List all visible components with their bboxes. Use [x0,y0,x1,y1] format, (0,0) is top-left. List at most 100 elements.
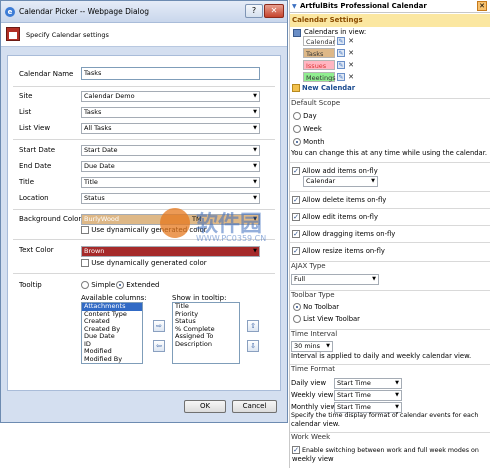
edit-icon[interactable]: ✎ [337,37,345,45]
title-label: Title [19,178,35,186]
calendar-name-value: Tasks [84,69,102,77]
new-calendar-link[interactable]: New Calendar [302,84,355,92]
tooltip-simple-radio[interactable] [81,281,89,289]
work-week-option[interactable]: Enable switching between work and full w… [292,446,479,454]
daily-view-select[interactable]: Start Time ▼ [334,378,402,389]
move-down-button[interactable]: ⇩ [247,340,259,352]
delete-icon[interactable]: ✕ [347,37,355,45]
calendar-tag[interactable]: Issues [303,60,335,70]
start-date-label: Start Date [19,146,56,154]
start-date-select[interactable]: Start Date ▼ [81,145,260,156]
remove-column-button[interactable]: ⇦ [153,340,165,352]
edit-icon[interactable]: ✎ [337,61,345,69]
chevron-down-icon: ▼ [253,147,257,153]
close-icon[interactable]: ✕ [477,1,487,11]
list-view-value: All Tasks [84,124,112,132]
available-column-item[interactable]: Modified By [82,355,142,364]
bg-dynamic-checkbox[interactable] [81,226,89,234]
allow-add-option[interactable]: Allow add items on-fly [292,167,378,175]
title-select[interactable]: Title ▼ [81,177,260,188]
allow-resize-checkbox[interactable] [292,247,300,255]
text-dynamic-row[interactable]: Use dynamically generated color [81,259,207,267]
toolbar-none-option[interactable]: No Toolbar [293,303,339,311]
chevron-down-icon: ▼ [253,93,257,99]
tooltip-simple-option[interactable]: Simple [81,281,115,289]
scope-day-radio[interactable] [293,112,301,120]
weekly-view-select[interactable]: Start Time ▼ [334,390,402,401]
allow-edit-option[interactable]: Allow edit items on-fly [292,213,378,221]
toolbar-list-radio[interactable] [293,315,301,323]
allow-drag-checkbox[interactable] [292,230,300,238]
scope-month-option[interactable]: Month [293,138,324,146]
allow-edit-checkbox[interactable] [292,213,300,221]
delete-icon[interactable]: ✕ [347,73,355,81]
scope-week-option[interactable]: Week [293,125,322,133]
location-select[interactable]: Status ▼ [81,193,260,204]
chevron-down-icon: ▼ [326,343,330,349]
site-select[interactable]: Calendar Demo ▼ [81,91,260,102]
chevron-down-icon: ▼ [253,125,257,131]
allow-resize-option[interactable]: Allow resize items on-fly [292,247,385,255]
new-calendar-icon [292,84,300,92]
calendar-name-label: Calendar Name [19,70,74,78]
help-button[interactable]: ? [245,4,263,18]
panel-titlebar: ▼ ArtfulBits Professional Calendar ✕ [290,0,490,13]
chevron-down-icon: ▼ [372,276,376,282]
list-view-select[interactable]: All Tasks ▼ [81,123,260,134]
tooltip-columns-list[interactable]: Title Priority Status% Complete Assigned To… [172,302,240,364]
calendars-in-view-label: Calendars in view: [304,28,367,36]
chevron-down-icon: ▼ [253,216,257,222]
edit-icon[interactable]: ✎ [337,73,345,81]
text-color-select[interactable]: Brown ▼ [81,246,260,257]
allow-delete-option[interactable]: Allow delete items on-fly [292,196,386,204]
time-interval-select[interactable]: 30 mins ▼ [291,341,333,352]
time-format-header: Time Format [290,364,490,373]
available-column-item[interactable]: Due Date [82,332,142,341]
move-up-button[interactable]: ⇧ [247,320,259,332]
calendar-tag[interactable]: Calendar [303,36,335,46]
close-button[interactable]: ✕ [264,4,284,18]
scope-week-label: Week [303,125,322,133]
tooltip-extended-radio[interactable] [116,281,124,289]
scope-month-radio[interactable] [293,138,301,146]
weekly-view-label: Weekly view [291,391,334,399]
ok-button[interactable]: OK [184,400,226,413]
text-dynamic-checkbox[interactable] [81,259,89,267]
scope-week-radio[interactable] [293,125,301,133]
ajax-type-select[interactable]: Full ▼ [291,274,379,285]
scope-day-option[interactable]: Day [293,112,317,120]
delete-icon[interactable]: ✕ [347,49,355,57]
calendar-tag[interactable]: Tasks [303,48,335,58]
allow-delete-checkbox[interactable] [292,196,300,204]
toolbar-none-radio[interactable] [293,303,301,311]
end-date-select[interactable]: Due Date ▼ [81,161,260,172]
edit-icon[interactable]: ✎ [337,49,345,57]
tooltip-simple-label: Simple [91,281,116,289]
allow-add-checkbox[interactable] [292,167,300,175]
cancel-label: Cancel [242,402,267,410]
delete-icon[interactable]: ✕ [347,61,355,69]
tooltip-column-item[interactable]: Description [173,340,239,349]
bg-color-value: BurlyWood [84,215,120,223]
toolbar-list-option[interactable]: List View Toolbar [293,315,360,323]
cancel-button[interactable]: Cancel [232,400,277,413]
time-format-note-2: calendar view. [291,420,340,428]
allow-add-select[interactable]: Calendar ▼ [303,176,378,187]
add-column-button[interactable]: ⇨ [153,320,165,332]
scope-note: You can change this at any time while us… [291,149,488,157]
text-dynamic-label: Use dynamically generated color [91,259,207,267]
site-value: Calendar Demo [84,92,135,100]
ajax-type-header: AJAX Type [290,261,490,270]
allow-drag-option[interactable]: Allow dragging items on-fly [292,230,395,238]
toolbar-list-label: List View Toolbar [303,315,360,323]
bg-dynamic-row[interactable]: Use dynamically generated color [81,226,207,234]
work-week-checkbox[interactable] [292,446,300,454]
available-columns-list[interactable]: Attachments Content Type Created Created By… [81,302,143,364]
tooltip-extended-option[interactable]: Extended [116,281,159,289]
calendar-tag[interactable]: Meetings [303,72,336,82]
bg-color-select[interactable]: BurlyWood TM ▼ [81,214,260,225]
calendar-name-input[interactable]: Tasks [81,67,260,80]
settings-header[interactable]: Calendar Settings [290,14,490,27]
list-select[interactable]: Tasks ▼ [81,107,260,118]
end-date-value: Due Date [84,162,115,170]
